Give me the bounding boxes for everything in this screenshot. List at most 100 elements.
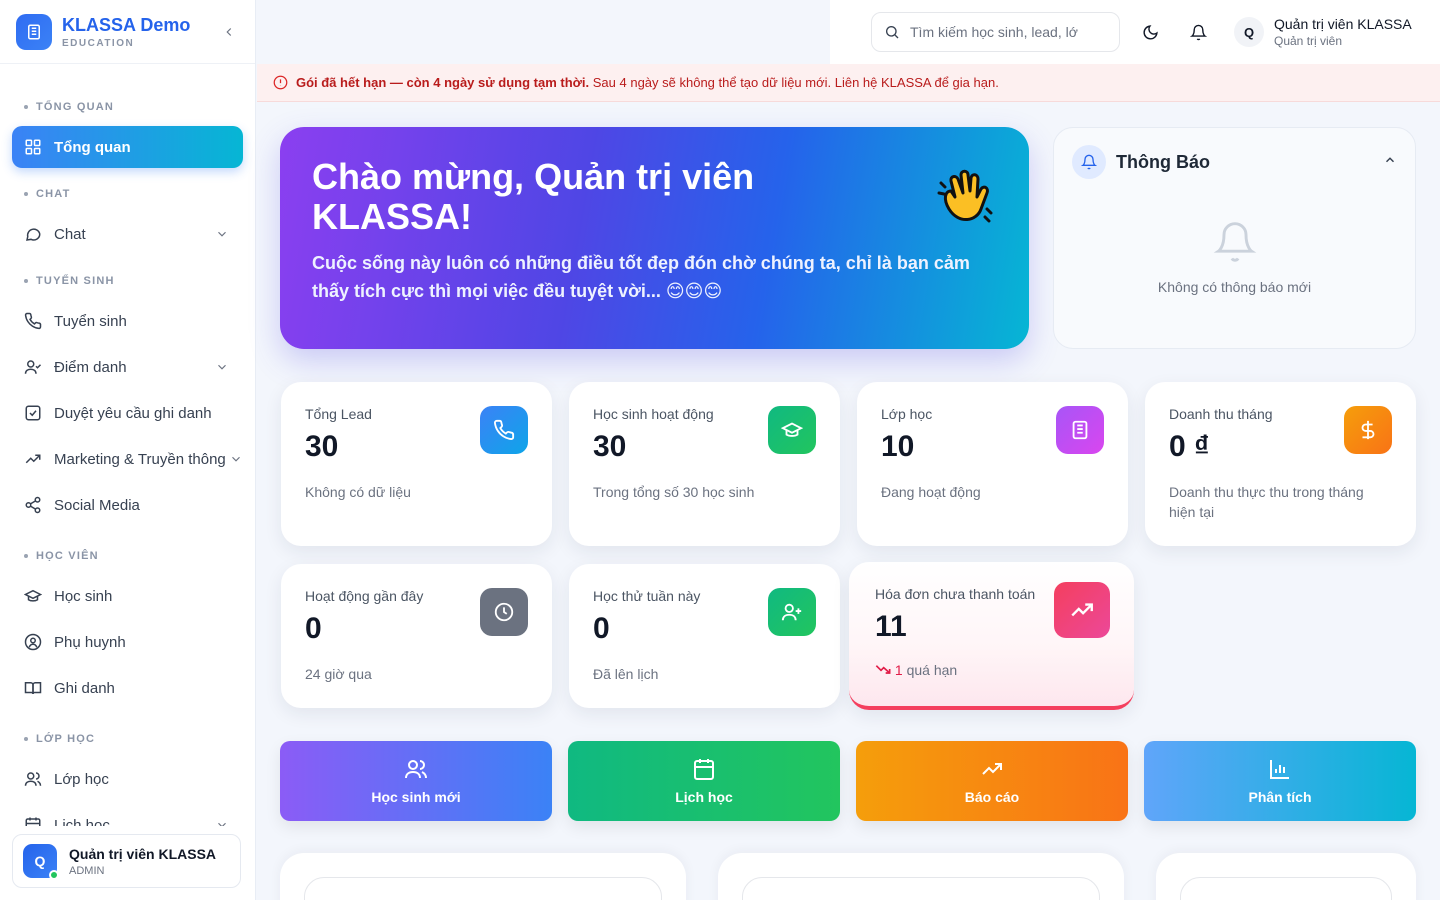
stat-desc: Đã lên lịch [593, 666, 659, 682]
notifications-empty-text: Không có thông báo mới [1157, 279, 1312, 295]
stat-card-trial-this-week[interactable]: Học thử tuần này 0 Đã lên lịch [569, 564, 840, 708]
users-icon [24, 772, 42, 786]
brand-subtitle: EDUCATION [62, 37, 135, 49]
welcome-message: Cuộc sống này luôn có những điều tốt đẹp… [312, 253, 970, 301]
sidebar-item-parents[interactable]: Phụ huynh [12, 621, 243, 663]
notifications-title: Thông Báo [1116, 151, 1210, 172]
bell-icon [1189, 24, 1207, 40]
bar-chart-icon [1270, 760, 1289, 779]
online-status-dot [49, 870, 59, 880]
sidebar-user-role: ADMIN [69, 864, 105, 877]
avatar: Q [23, 844, 59, 880]
stat-desc: 24 giờ qua [305, 666, 372, 682]
sidebar-user-card[interactable]: Q Quản trị viên KLASSA ADMIN [12, 834, 241, 888]
graduation-icon [24, 589, 42, 602]
user-check-icon [24, 360, 42, 374]
calendar-icon [694, 759, 714, 780]
section-label-admission: TUYỂN SINH [24, 271, 243, 291]
stat-card-active-students[interactable]: Học sinh hoạt động 30 Trong tổng số 30 h… [569, 382, 840, 546]
sidebar-item-enrollment-requests[interactable]: Duyệt yêu cầu ghi danh [12, 392, 243, 434]
avatar: Q [1234, 17, 1264, 47]
notifications-button[interactable] [1178, 12, 1218, 52]
collapse-notifications-button[interactable] [1383, 153, 1397, 172]
search-input[interactable] [910, 24, 1090, 40]
chevron-up-icon [1385, 156, 1395, 162]
notifications-panel: Thông Báo Không có thông báo mới [1053, 127, 1416, 349]
sidebar: KLASSA Demo EDUCATION TỔNG QUAN Tổng qua… [0, 0, 256, 900]
grid-icon [25, 139, 41, 155]
stat-card-recent-activity[interactable]: Hoạt động gần đây 0 24 giờ qua [281, 564, 552, 708]
section-label-overview: TỔNG QUAN [24, 97, 243, 117]
new-student-button[interactable]: Học sinh mới [280, 741, 552, 821]
section-label-students: HỌC VIÊN [24, 546, 243, 566]
brand-logo-icon[interactable] [16, 13, 52, 50]
top-user-role: Quản trị viên [1274, 34, 1343, 48]
chevron-down-icon [218, 364, 226, 370]
clock-icon [480, 588, 528, 636]
theme-toggle-button[interactable] [1130, 12, 1170, 52]
chat-icon [26, 228, 41, 241]
alert-circle-icon [273, 75, 288, 90]
stat-desc: Không có dữ liệu [305, 484, 411, 500]
schedule-button[interactable]: Lịch học [568, 741, 840, 821]
section-label-classes: LỚP HỌC [24, 729, 243, 749]
stat-card-total-lead[interactable]: Tổng Lead 30 Không có dữ liệu [281, 382, 552, 546]
user-plus-icon [768, 588, 816, 636]
moon-icon [1143, 24, 1158, 39]
sidebar-item-admission[interactable]: Tuyển sinh [12, 300, 243, 342]
brand: KLASSA Demo EDUCATION [0, 0, 255, 64]
sidebar-item-marketing[interactable]: Marketing & Truyền thông [12, 438, 243, 480]
sidebar-item-enrollment[interactable]: Ghi danh [12, 667, 243, 709]
search-icon [886, 26, 899, 39]
bottom-card [1156, 853, 1416, 900]
report-button[interactable]: Báo cáo [856, 741, 1128, 821]
stat-card-classes[interactable]: Lớp học 10 Đang hoạt động [857, 382, 1128, 546]
stat-card-unpaid-invoices[interactable]: Hóa đơn chưa thanh toán 11 1 quá hạn [849, 562, 1134, 710]
sidebar-nav: TỔNG QUAN Tổng quan CHAT Chat TUYỂN SINH… [0, 64, 255, 826]
stat-desc: Trong tổng số 30 học sinh [593, 484, 755, 500]
phone-icon [24, 312, 42, 330]
search-box[interactable] [871, 12, 1120, 52]
calendar-icon [25, 817, 41, 826]
waving-hand-icon [937, 169, 993, 232]
sidebar-item-attendance[interactable]: Điểm danh [12, 346, 243, 388]
stat-card-monthly-revenue[interactable]: Doanh thu tháng 0 ₫ Doanh thu thực thu t… [1145, 382, 1416, 546]
users-icon [405, 760, 427, 779]
expiry-alert-banner: Gói đã hết hạn — còn 4 ngày sử dụng tạm … [257, 64, 1440, 102]
top-user-menu[interactable]: Q Quản trị viên KLASSA Quản trị viên [1234, 16, 1412, 48]
trend-down-icon [875, 665, 891, 674]
welcome-banner: Chào mừng, Quản trị viên KLASSA! Cuộc số… [280, 127, 1029, 349]
stat-desc: 1 quá hạn [875, 660, 1108, 680]
dollar-icon [1344, 406, 1392, 454]
sidebar-item-chat[interactable]: Chat [12, 213, 243, 255]
book-icon [24, 682, 42, 695]
graduation-icon [768, 406, 816, 454]
overdue-count: 1 [894, 662, 903, 678]
collapse-sidebar-button[interactable] [219, 22, 239, 42]
alert-strong-text: Gói đã hết hạn — còn 4 ngày sử dụng tạm … [296, 75, 590, 90]
trending-up-icon [1054, 582, 1110, 638]
analytics-button[interactable]: Phân tích [1144, 741, 1416, 821]
chevron-left-icon [226, 27, 232, 36]
section-label-chat: CHAT [24, 184, 243, 204]
sidebar-item-classes[interactable]: Lớp học [12, 758, 243, 800]
chevron-down-icon [232, 456, 240, 462]
trend-icon [982, 763, 1002, 775]
sidebar-item-schedule[interactable]: Lịch học [12, 804, 243, 826]
sidebar-item-students[interactable]: Học sinh [12, 575, 243, 617]
topbar: Q Quản trị viên KLASSA Quản trị viên [830, 0, 1440, 64]
bottom-card [280, 853, 686, 900]
building-icon [1056, 406, 1104, 454]
stat-desc: Đang hoạt động [881, 484, 981, 500]
alert-text: Sau 4 ngày sẽ không thể tạo dữ liệu mới.… [592, 75, 999, 90]
welcome-title: Chào mừng, Quản trị viên KLASSA! [312, 156, 755, 237]
sidebar-item-social-media[interactable]: Social Media [12, 484, 243, 526]
sidebar-user-name: Quản trị viên KLASSA [69, 845, 217, 862]
user-circle-icon [24, 633, 42, 651]
top-user-name: Quản trị viên KLASSA [1274, 16, 1412, 32]
chevron-down-icon [218, 822, 226, 826]
bottom-card [718, 853, 1124, 900]
sidebar-item-overview[interactable]: Tổng quan [12, 126, 243, 168]
bell-empty-icon [1213, 222, 1256, 262]
share-icon [25, 496, 41, 514]
